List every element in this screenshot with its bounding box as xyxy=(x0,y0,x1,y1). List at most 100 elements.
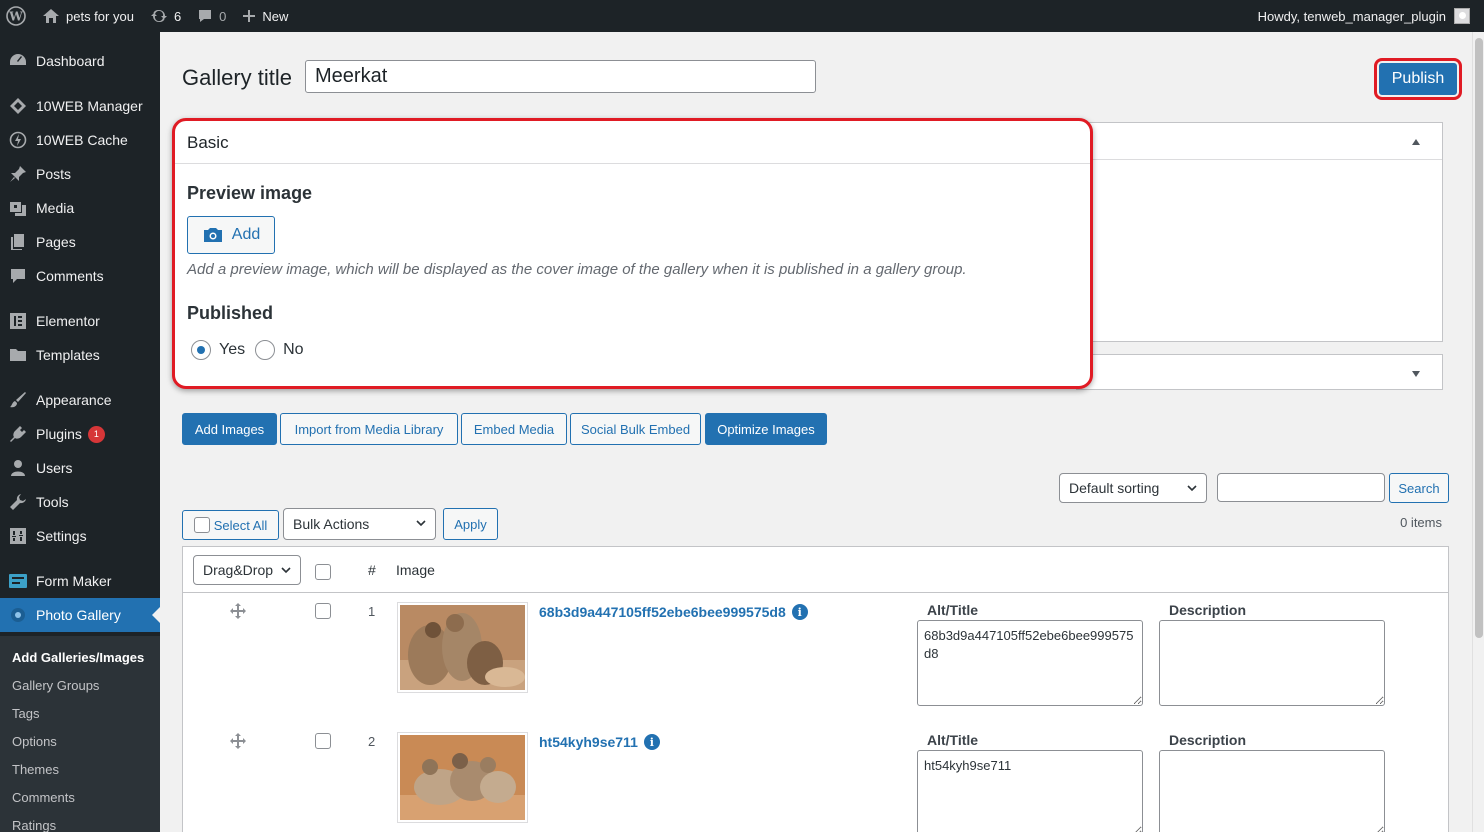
sidebar-item-media[interactable]: Media xyxy=(0,191,160,225)
sidebar-item-posts[interactable]: Posts xyxy=(0,157,160,191)
main-content: Gallery title Publish Basic Preview imag… xyxy=(160,32,1484,832)
sidebar-item-label: Appearance xyxy=(36,392,112,408)
select-all-button[interactable]: Select All xyxy=(182,510,279,540)
my-account[interactable]: Howdy, tenweb_manager_plugin xyxy=(1258,0,1470,32)
search-input[interactable] xyxy=(1217,473,1385,502)
form-icon xyxy=(0,573,36,589)
basic-panel-heading[interactable]: Basic xyxy=(175,121,1090,164)
collapse-arrow-icon[interactable] xyxy=(1412,139,1420,145)
move-handle-icon[interactable] xyxy=(229,732,247,750)
published-no-label[interactable]: No xyxy=(283,341,303,359)
sidebar-item-10web-cache[interactable]: 10WEB Cache xyxy=(0,123,160,157)
social-bulk-embed-button[interactable]: Social Bulk Embed xyxy=(570,413,701,445)
gallery-title-input[interactable] xyxy=(305,60,816,93)
sidebar-item-label: Elementor xyxy=(36,313,100,329)
comments-count: 0 xyxy=(219,8,227,24)
admin-bar: W pets for you 6 0 New Howdy, tenweb_man… xyxy=(0,0,1484,32)
bulk-actions-select[interactable]: Bulk Actions xyxy=(283,508,436,540)
apply-button[interactable]: Apply xyxy=(443,508,498,540)
publish-button[interactable]: Publish xyxy=(1379,63,1457,95)
info-icon[interactable]: i xyxy=(791,604,808,620)
submenu-comments[interactable]: Comments xyxy=(12,790,75,805)
new-label: New xyxy=(262,8,289,24)
sidebar-item-settings[interactable]: Settings xyxy=(0,519,160,553)
move-handle-icon[interactable] xyxy=(229,602,247,620)
image-name-link[interactable]: 68b3d9a447105ff52ebe6bee999575d8 i xyxy=(539,604,808,620)
info-icon[interactable]: i xyxy=(643,734,660,750)
comments-link[interactable]: 0 xyxy=(189,0,234,32)
plugin-icon xyxy=(0,425,36,443)
select-all-checkbox[interactable] xyxy=(193,517,210,533)
site-name-link[interactable]: pets for you xyxy=(34,0,142,32)
sidebar-item-tools[interactable]: Tools xyxy=(0,485,160,519)
image-thumbnail[interactable] xyxy=(397,602,528,693)
published-yes-label[interactable]: Yes xyxy=(219,341,245,359)
sidebar-item-label: Tools xyxy=(36,494,69,510)
settings-icon xyxy=(0,527,36,545)
sidebar-item-form-maker[interactable]: Form Maker xyxy=(0,564,160,598)
expand-arrow-icon[interactable] xyxy=(1412,371,1420,377)
sidebar-item-users[interactable]: Users xyxy=(0,451,160,485)
submenu-ratings[interactable]: Ratings xyxy=(12,818,56,832)
import-media-library-button[interactable]: Import from Media Library xyxy=(280,413,458,445)
publish-highlight: Publish xyxy=(1374,58,1462,100)
bulk-actions-value: Bulk Actions xyxy=(293,516,370,532)
sidebar-item-photo-gallery[interactable]: Photo Gallery xyxy=(0,598,160,632)
alt-title-label: Alt/Title xyxy=(927,602,979,618)
alt-title-label: Alt/Title xyxy=(927,732,979,748)
sidebar-item-plugins[interactable]: Plugins 1 xyxy=(0,417,160,451)
sidebar-item-pages[interactable]: Pages xyxy=(0,225,160,259)
sidebar-item-elementor[interactable]: Elementor xyxy=(0,304,160,338)
submenu-gallery-groups[interactable]: Gallery Groups xyxy=(12,678,99,693)
add-preview-image-button[interactable]: Add xyxy=(187,216,275,254)
row-checkbox[interactable] xyxy=(315,733,331,749)
published-no-radio[interactable] xyxy=(255,340,276,360)
embed-media-button[interactable]: Embed Media xyxy=(461,413,567,445)
page-scrollbar[interactable] xyxy=(1472,32,1484,832)
sorting-select[interactable]: Default sorting xyxy=(1059,473,1207,503)
pages-icon xyxy=(0,233,36,251)
alt-title-textarea[interactable]: 68b3d9a447105ff52ebe6bee999575d8 xyxy=(917,620,1143,706)
table-header: Drag&Drop # Image xyxy=(183,547,1448,593)
sidebar-item-label: Dashboard xyxy=(36,53,105,69)
optimize-images-button[interactable]: Optimize Images xyxy=(705,413,827,445)
row-checkbox[interactable] xyxy=(315,603,331,619)
submenu-add-galleries[interactable]: Add Galleries/Images xyxy=(12,650,144,665)
sidebar-item-10web-manager[interactable]: 10WEB Manager xyxy=(0,89,160,123)
greeting: Howdy, tenweb_manager_plugin xyxy=(1257,8,1446,24)
updates-link[interactable]: 6 xyxy=(142,0,189,32)
submenu-themes[interactable]: Themes xyxy=(12,762,59,777)
search-button[interactable]: Search xyxy=(1389,473,1449,503)
select-all-rows-checkbox[interactable] xyxy=(315,564,331,580)
sidebar-item-comments[interactable]: Comments xyxy=(0,259,160,293)
chevron-down-icon xyxy=(1187,485,1197,492)
home-icon xyxy=(43,9,59,23)
submenu-tags[interactable]: Tags xyxy=(12,706,39,721)
chevron-down-icon xyxy=(416,520,426,527)
folder-icon xyxy=(0,346,36,364)
sidebar-item-label: 10WEB Manager xyxy=(36,98,143,114)
submenu-options[interactable]: Options xyxy=(12,734,57,749)
published-yes-radio[interactable] xyxy=(191,340,211,360)
column-image[interactable]: Image xyxy=(396,562,435,578)
sidebar-item-dashboard[interactable]: Dashboard xyxy=(0,44,160,78)
scrollbar-thumb[interactable] xyxy=(1475,38,1483,638)
description-textarea[interactable] xyxy=(1159,750,1385,832)
image-thumbnail[interactable] xyxy=(397,732,528,823)
table-row: 2 ht54kyh9se711 i Alt/Title ht54kyh9se71… xyxy=(183,724,1448,832)
wordpress-logo-icon[interactable]: W xyxy=(0,0,34,32)
alt-title-textarea[interactable]: ht54kyh9se711 xyxy=(917,750,1143,832)
camera-icon xyxy=(203,228,222,242)
sidebar-item-appearance[interactable]: Appearance xyxy=(0,383,160,417)
plugins-update-badge: 1 xyxy=(87,425,105,443)
site-name: pets for you xyxy=(66,8,134,24)
drag-drop-select[interactable]: Drag&Drop xyxy=(193,555,301,585)
image-name: ht54kyh9se711 xyxy=(539,734,638,750)
sidebar-item-label: Users xyxy=(36,460,73,476)
image-name-link[interactable]: ht54kyh9se711 i xyxy=(539,734,660,750)
add-images-button[interactable]: Add Images xyxy=(182,413,277,445)
new-content-link[interactable]: New xyxy=(234,0,296,32)
description-textarea[interactable] xyxy=(1159,620,1385,706)
sidebar-item-templates[interactable]: Templates xyxy=(0,338,160,372)
select-all-label: Select All xyxy=(213,517,268,533)
